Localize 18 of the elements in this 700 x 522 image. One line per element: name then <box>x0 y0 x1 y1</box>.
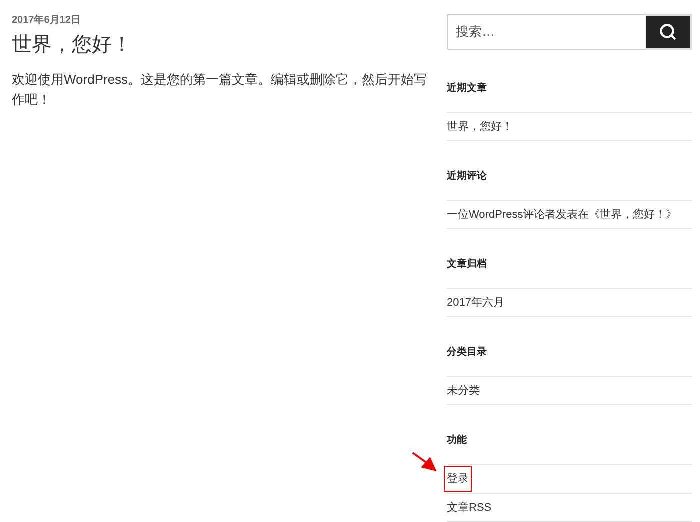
annotation-arrow <box>411 451 439 473</box>
widget-title: 功能 <box>447 434 468 448</box>
widget-title: 文章归档 <box>447 258 488 272</box>
widget-title: 近期文章 <box>447 82 488 96</box>
widget-link[interactable]: 文章RSS <box>444 494 495 520</box>
widget-link[interactable]: 2017年六月 <box>444 290 508 316</box>
widget-title: 近期评论 <box>447 170 488 184</box>
widget-link[interactable]: 一位WordPress评论者发表在《世界，您好！》 <box>444 202 680 228</box>
widget-title: 分类目录 <box>447 346 488 360</box>
search-button[interactable] <box>646 14 692 50</box>
post-date: 2017年6月12日 <box>12 14 82 28</box>
post-title[interactable]: 世界，您好！ <box>12 32 435 58</box>
search-icon <box>659 23 677 41</box>
widget-link[interactable]: 世界，您好！ <box>444 114 516 140</box>
search-field[interactable]: 搜索… <box>447 14 646 50</box>
post-body: 欢迎使用WordPress。这是您的第一篇文章。编辑或删除它，然后开始写作吧！ <box>12 71 428 109</box>
widget-link[interactable]: 未分类 <box>444 378 483 404</box>
widget-link[interactable]: 登录 <box>444 466 472 492</box>
